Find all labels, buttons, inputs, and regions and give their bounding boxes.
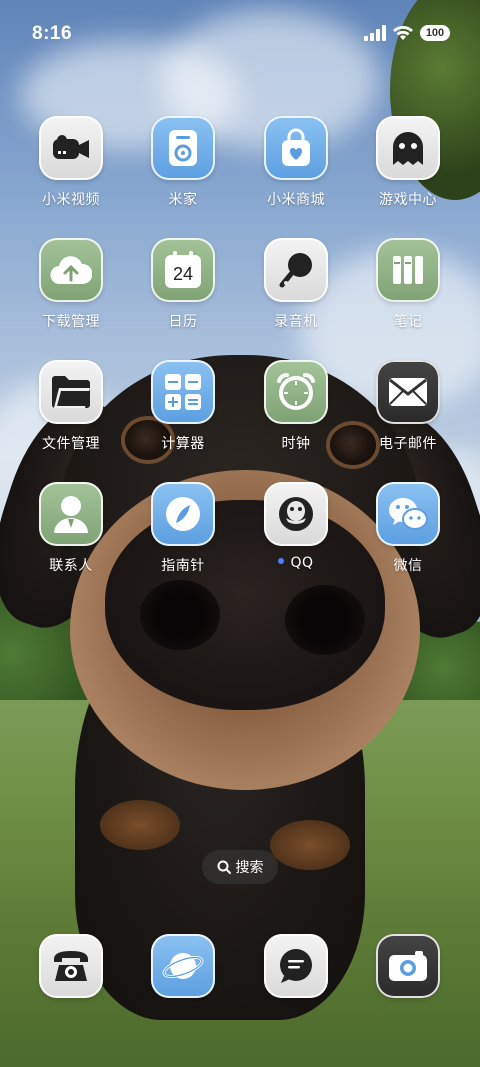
status-icons: 100 [364,25,450,41]
app-label: 时钟 [281,436,311,452]
app-label: 联系人 [49,558,93,574]
camera-icon [376,934,440,998]
app-email[interactable]: 电子邮件 [353,360,463,470]
compass-icon [151,482,215,546]
app-label: 文件管理 [42,436,100,452]
app-calculator[interactable]: 计算器 [128,360,238,470]
video-camera-icon [39,116,103,180]
app-notes[interactable]: 笔记 [353,238,463,348]
app-label: 日历 [168,314,198,330]
app-label: 指南针 [161,558,205,574]
app-contacts[interactable]: 联系人 [16,482,126,592]
chat-bubble-icon [264,934,328,998]
contact-person-icon [39,482,103,546]
app-label: 电子邮件 [379,436,437,452]
app-label: 笔记 [393,314,423,330]
dock-browser[interactable] [128,934,238,1004]
dock-messages[interactable] [241,934,351,1004]
microphone-icon [264,238,328,302]
app-compass[interactable]: 指南针 [128,482,238,592]
signal-icon [364,25,386,41]
app-mijia[interactable]: 米家 [128,116,238,226]
app-file-manager[interactable]: 文件管理 [16,360,126,470]
app-clock[interactable]: 时钟 [241,360,351,470]
app-qq[interactable]: QQ [241,482,351,592]
folder-icon [39,360,103,424]
app-game-center[interactable]: 游戏中心 [353,116,463,226]
telephone-icon [39,934,103,998]
dock-camera[interactable] [353,934,463,1004]
wechat-icon [376,482,440,546]
battery-level: 100 [425,27,445,39]
search-icon [217,860,231,874]
envelope-icon [376,360,440,424]
app-label-text: QQ [290,555,314,571]
app-xiaomi-store[interactable]: 小米商城 [241,116,351,226]
alarm-clock-icon [264,360,328,424]
calendar-day: 24 [172,263,194,284]
app-xiaomi-video[interactable]: 小米视频 [16,116,126,226]
battery-icon: 100 [420,25,450,41]
search-label: 搜索 [235,860,264,876]
status-time: 8:16 [32,23,73,44]
app-label: QQ [241,555,351,571]
calculator-icon [151,360,215,424]
cloud-download-icon [39,238,103,302]
app-label: 微信 [393,558,423,574]
app-calendar[interactable]: 24 日历 [128,238,238,348]
notebook-icon [376,238,440,302]
new-badge-dot [278,558,285,564]
app-label: 游戏中心 [379,192,437,208]
app-label: 米家 [168,192,198,208]
app-label: 下载管理 [42,314,100,330]
app-label: 计算器 [161,436,205,452]
ghost-icon [376,116,440,180]
search-button[interactable]: 搜索 [202,850,278,884]
app-label: 录音机 [274,314,318,330]
wifi-icon [393,26,413,40]
app-wechat[interactable]: 微信 [353,482,463,592]
status-bar: 8:16 100 [0,0,480,70]
app-download-manager[interactable]: 下载管理 [16,238,126,348]
calendar-icon: 24 [151,238,215,302]
app-label: 小米商城 [267,192,325,208]
qq-penguin-icon [264,482,328,546]
planet-icon [151,934,215,998]
dock-phone[interactable] [16,934,126,1004]
smart-speaker-icon [151,116,215,180]
app-recorder[interactable]: 录音机 [241,238,351,348]
app-label: 小米视频 [42,192,100,208]
shopping-bag-icon [264,116,328,180]
